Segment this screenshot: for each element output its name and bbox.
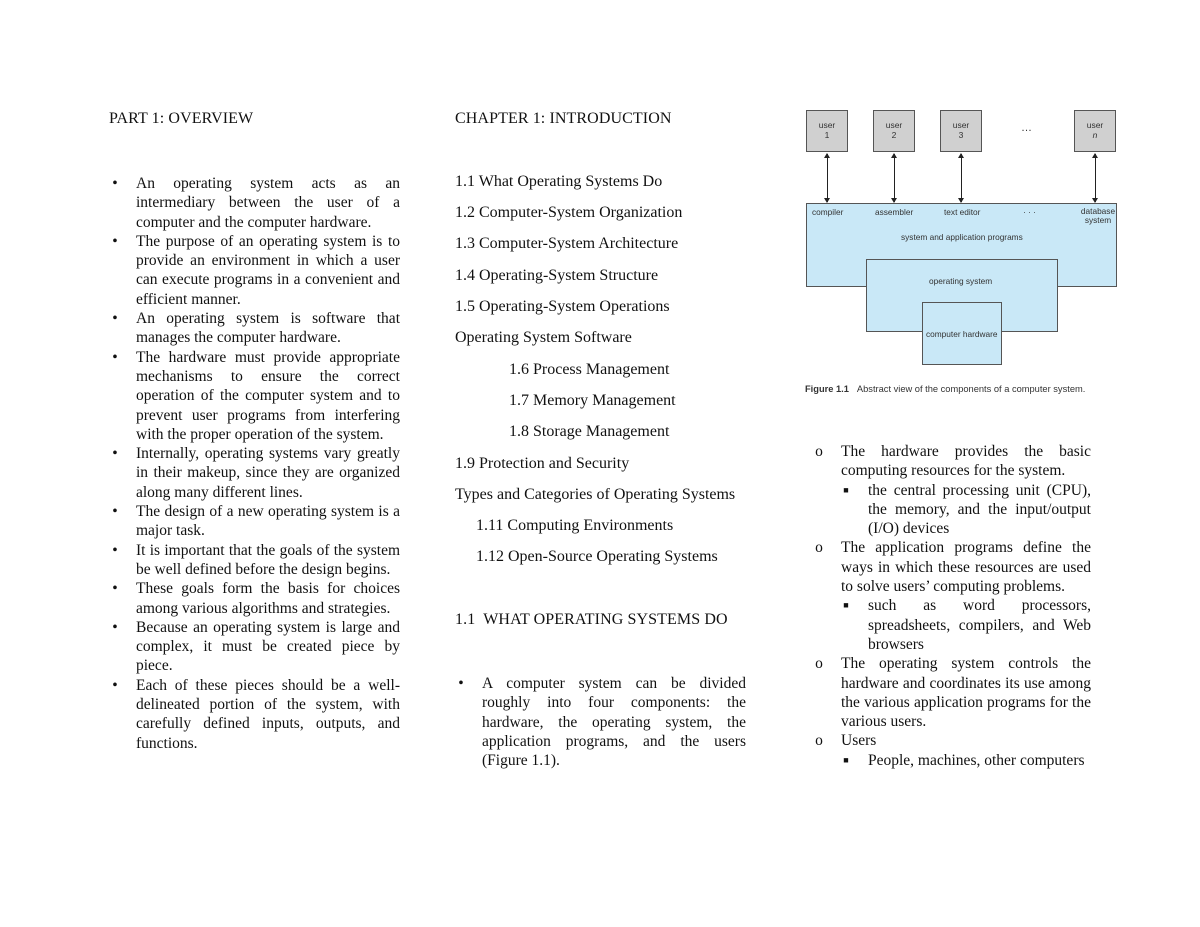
user-box-n: user n — [1074, 110, 1116, 152]
toc-item: 1.1 What Operating Systems Do — [455, 173, 663, 190]
list-item: • Each of these pieces should be a well-d… — [109, 676, 400, 753]
toc-item: 1.7 Memory Management — [509, 392, 676, 409]
list-item: • Because an operating system is large an… — [109, 618, 400, 676]
bullet-text: An operating system is software that man… — [136, 310, 400, 347]
bullet-icon: • — [112, 580, 118, 598]
circle-bullet-icon: o — [815, 732, 823, 750]
toc-item: 1.6 Process Management — [509, 361, 670, 378]
toc-item: 1.5 Operating-System Operations — [455, 298, 670, 315]
bullet-icon: • — [112, 232, 118, 250]
list-item: • The hardware must provide appropriate m… — [109, 348, 400, 444]
item-text: Users — [841, 732, 877, 750]
sub-item-text: such as word processors, spreadsheets, c… — [868, 597, 1091, 653]
list-item: o The hardware provides the basic computi… — [814, 442, 1091, 538]
item-text: The operating system controls the hardwa… — [841, 655, 1091, 731]
list-item: • An operating system acts as an intermed… — [109, 174, 400, 232]
bullet-icon: • — [112, 618, 118, 636]
programs-ellipsis: · · · — [1023, 207, 1036, 217]
bullet-text: Because an operating system is large and… — [136, 618, 400, 675]
bullet-text: It is important that the goals of the sy… — [136, 541, 400, 578]
toc-item: Operating System Software — [455, 329, 632, 346]
os-layer-label: operating system — [929, 276, 993, 286]
program-compiler: compiler — [812, 207, 844, 217]
chapter-heading: CHAPTER 1: INTRODUCTION — [455, 110, 672, 127]
user-box-1: user 1 — [806, 110, 848, 152]
list-item: • These goals form the basis for choices … — [109, 579, 400, 618]
sub-item-text: the central processing unit (CPU), the m… — [868, 481, 1091, 538]
section-heading: 1.1 WHAT OPERATING SYSTEMS DO — [455, 611, 728, 628]
circle-bullet-icon: o — [815, 443, 823, 460]
list-item: • Internally, operating systems vary grea… — [109, 444, 400, 502]
list-item: • The purpose of an operating system is t… — [109, 232, 400, 309]
section-bullets: • A computer system can be divided rough… — [455, 674, 746, 770]
overview-list: • An operating system acts as an intermed… — [109, 174, 400, 753]
bullet-icon: • — [112, 676, 118, 694]
bullet-text: Each of these pieces should be a well-de… — [136, 676, 400, 752]
bullet-icon: • — [112, 541, 118, 559]
toc-item: Types and Categories of Operating System… — [455, 486, 736, 503]
item-text: The hardware provides the basic computin… — [841, 443, 1091, 480]
list-item: o The operating system controls the hardw… — [814, 654, 1091, 731]
sub-list-item: ■ such as word processors, spreadsheets, … — [841, 596, 1091, 654]
bullet-icon: • — [112, 445, 118, 463]
program-text-editor: text editor — [944, 207, 981, 217]
toc-item: 1.12 Open-Source Operating Systems — [476, 548, 718, 565]
list-item: • It is important that the goals of the s… — [109, 541, 400, 580]
sub-item-text: People, machines, other computers — [868, 751, 1085, 769]
bullet-text: A computer system can be divided roughly… — [482, 675, 746, 770]
bullet-text: The purpose of an operating system is to… — [136, 232, 400, 308]
apps-layer-label: system and application programs — [901, 232, 1023, 242]
list-item: o The application programs define the way… — [814, 538, 1091, 654]
list-item: o Users ■ People, machines, other computers — [814, 731, 1091, 770]
bullet-icon: • — [112, 348, 118, 366]
toc-item: 1.8 Storage Management — [509, 423, 670, 440]
bullet-text: Internally, operating systems vary great… — [136, 445, 400, 501]
item-text: The application programs define the ways… — [841, 539, 1091, 596]
bullet-icon: • — [112, 175, 118, 192]
users-ellipsis: … — [1021, 122, 1032, 134]
figure-caption: Figure 1.1 Abstract view of the component… — [805, 384, 1086, 394]
arrow-icon — [891, 153, 897, 203]
arrow-icon — [958, 153, 964, 203]
toc-item: 1.3 Computer-System Architecture — [455, 235, 679, 252]
toc-item: 1.2 Computer-System Organization — [455, 204, 683, 221]
list-item: • The design of a new operating system is… — [109, 502, 400, 541]
hardware-layer-label: computer hardware — [926, 329, 998, 339]
list-item: • An operating system is software that ma… — [109, 309, 400, 348]
bullet-icon: • — [458, 675, 464, 692]
bullet-text: The design of a new operating system is … — [136, 503, 400, 540]
sub-list-item: ■ People, machines, other computers — [841, 751, 1091, 770]
user-box-2: user 2 — [873, 110, 915, 152]
components-list: o The hardware provides the basic computi… — [814, 442, 1091, 770]
square-bullet-icon: ■ — [843, 600, 849, 611]
bullet-text: These goals form the basis for choices a… — [136, 580, 400, 617]
bullet-text: An operating system acts as an intermedi… — [136, 175, 400, 231]
arrow-icon — [824, 153, 830, 203]
sub-list-item: ■ the central processing unit (CPU), the … — [841, 481, 1091, 539]
circle-bullet-icon: o — [815, 539, 823, 557]
bullet-icon: • — [112, 503, 118, 521]
part-heading: PART 1: OVERVIEW — [109, 110, 254, 127]
arrow-icon — [1092, 153, 1098, 203]
list-item: • A computer system can be divided rough… — [455, 674, 746, 770]
toc-item: 1.9 Protection and Security — [455, 455, 630, 472]
toc-item: 1.11 Computing Environments — [476, 517, 674, 534]
toc-item: 1.4 Operating-System Structure — [455, 267, 659, 284]
bullet-icon: • — [112, 310, 118, 328]
bullet-text: The hardware must provide appropriate me… — [136, 348, 400, 443]
program-assembler: assembler — [875, 207, 914, 217]
user-box-3: user 3 — [940, 110, 982, 152]
square-bullet-icon: ■ — [843, 484, 849, 495]
square-bullet-icon: ■ — [843, 754, 849, 765]
figure-1-1: user 1 user 2 user 3 … user n compiler assem… — [805, 108, 1125, 398]
circle-bullet-icon: o — [815, 655, 823, 673]
program-database-system: database system — [1080, 206, 1116, 225]
